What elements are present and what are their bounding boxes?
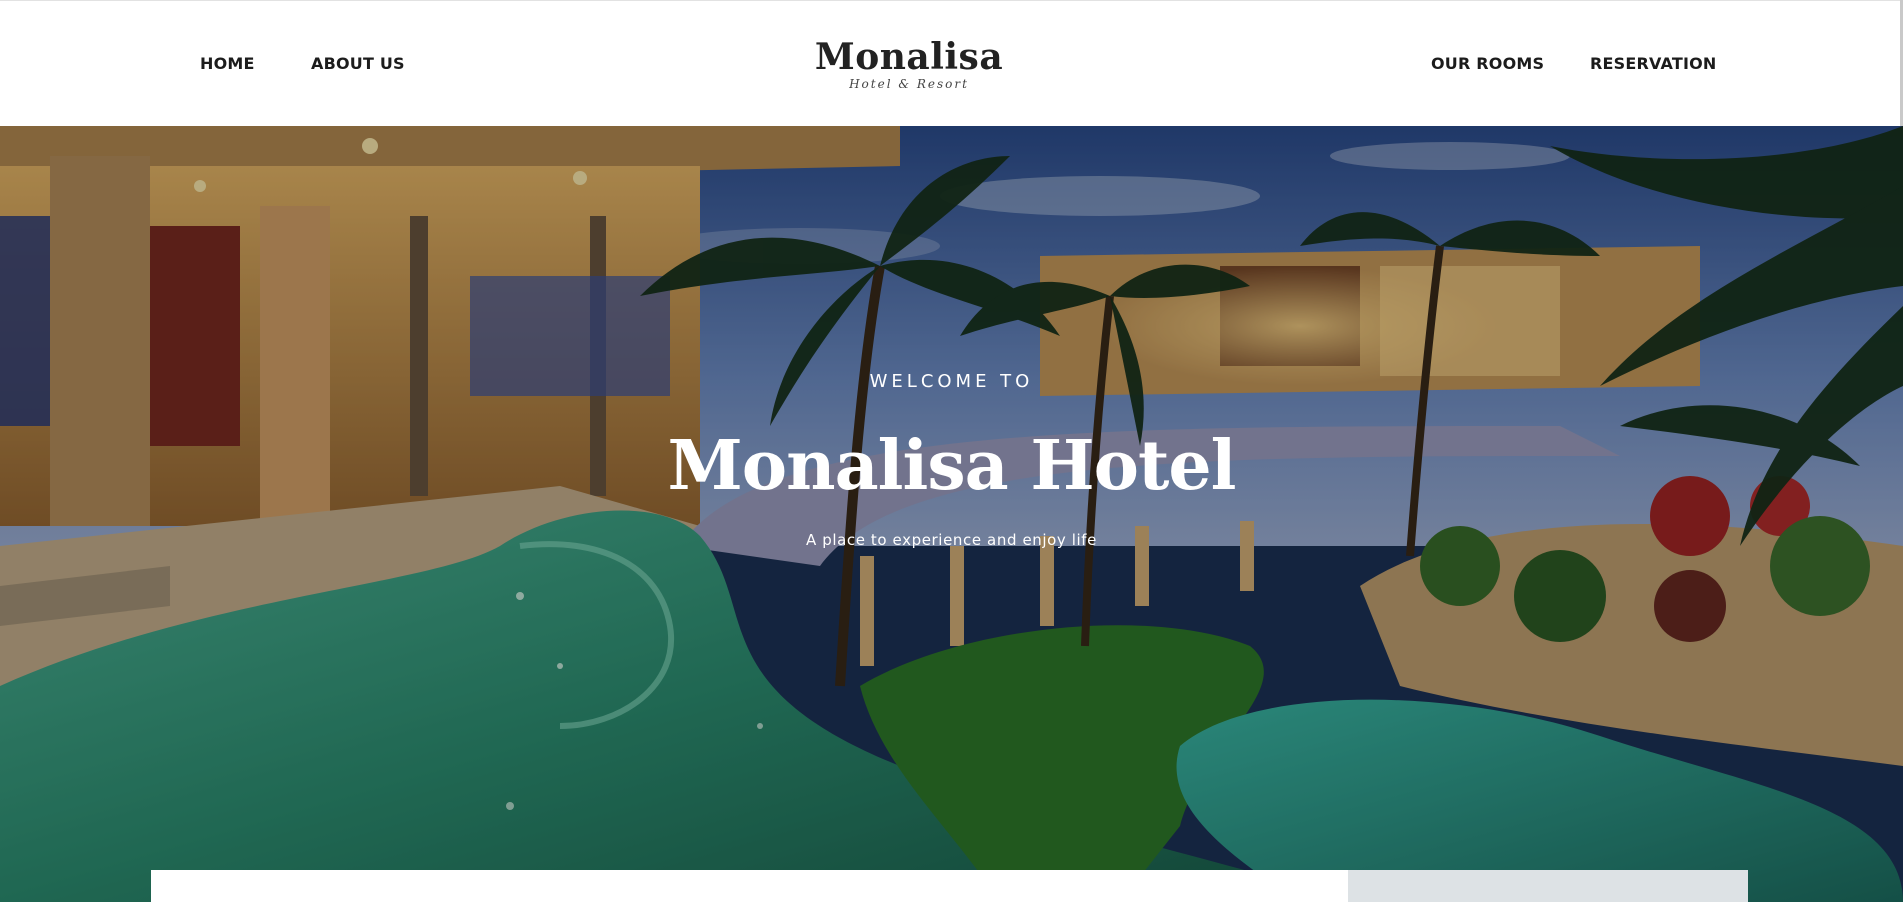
- booking-form-side-panel: [1348, 870, 1748, 902]
- nav-about-link[interactable]: ABOUT US: [311, 54, 405, 73]
- logo-name: Monalisa: [814, 36, 1004, 78]
- booking-form-panel: [151, 870, 1348, 902]
- logo-tagline: Hotel & Resort: [849, 77, 969, 91]
- nav-home-link[interactable]: HOME: [200, 54, 255, 73]
- hero-title: Monalisa Hotel: [667, 426, 1237, 506]
- hero-subtitle: A place to experience and enjoy life: [805, 531, 1098, 549]
- nav-rooms-link[interactable]: OUR ROOMS: [1431, 54, 1544, 73]
- hero-dark-overlay: [0, 126, 1903, 902]
- site-header: HOME ABOUT US Monalisa Hotel & Resort OU…: [0, 1, 1903, 126]
- nav-reservation-link[interactable]: RESERVATION: [1590, 54, 1717, 73]
- site-logo[interactable]: Monalisa Hotel & Resort: [809, 37, 1009, 91]
- hero-kicker: WELCOME TO: [869, 371, 1034, 392]
- hero-banner: WELCOME TO Monalisa Hotel A place to exp…: [0, 126, 1903, 902]
- page: HOME ABOUT US Monalisa Hotel & Resort OU…: [0, 0, 1903, 902]
